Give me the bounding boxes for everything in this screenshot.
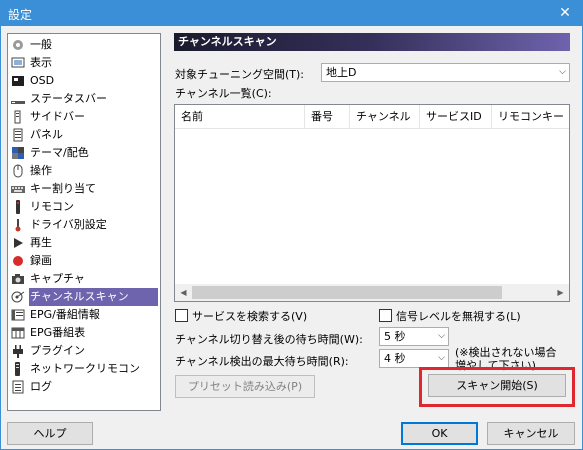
sidebar-item-theme[interactable]: テーマ/配色 [8,144,160,162]
plug-icon [13,345,23,358]
detect-wait-value: 4 秒 [384,352,406,365]
tuning-space-label: 対象チューニング空間(T): [175,68,305,81]
play-icon [14,238,23,248]
sidebar-item-label: OSD [30,74,55,87]
osd-icon [12,76,24,86]
log-icon [12,380,24,394]
sidebar-item-label: プラグイン [30,344,85,357]
page-title: チャンネルスキャン [174,33,570,51]
scrollbar-thumb[interactable] [192,286,502,299]
chevron-down-icon: ⌵ [559,67,566,77]
scan-start-button[interactable]: スキャン開始(S) [428,374,566,397]
palette-icon [12,147,24,159]
camera-icon [12,274,24,284]
sidebar-item-label: 一般 [30,38,52,51]
sidebar-item-epg-table[interactable]: EPG番組表 [8,324,160,342]
tuning-space-value: 地上D [326,66,357,79]
sidebar-item-record[interactable]: 録画 [8,252,160,270]
sidebar-item-label: パネル [30,128,63,141]
ignore-signal-checkbox[interactable] [379,309,392,322]
channel-list[interactable]: 名前 番号 チャンネル サービスID リモコンキー ◀ ▶ [174,104,570,302]
column-header-channel[interactable]: チャンネル [350,105,420,129]
window-title: 設定 [8,8,33,22]
sidebar-item-label: ドライバ別設定 [30,218,107,231]
ok-button[interactable]: OK [401,422,478,445]
switch-wait-value: 5 秒 [384,330,406,343]
chevron-down-icon: ⌵ [438,353,445,363]
gear-icon [13,40,23,50]
search-services-checkbox[interactable] [175,309,188,322]
record-icon [13,256,23,266]
channel-list-header: 名前 番号 チャンネル サービスID リモコンキー [175,105,569,129]
sidebar-item-label: ネットワークリモコン [30,362,140,375]
sidebar-item-network-remote[interactable]: ネットワークリモコン [8,360,160,378]
settings-sidebar: 一般 表示 OSD ステータスバー サイドバー パネル テーマ/配色 操作 キー… [7,33,161,411]
search-services-label: サービスを検索する(V) [192,310,308,323]
antenna-icon [11,291,25,303]
sidebar-item-log[interactable]: ログ [8,378,160,396]
display-icon [11,57,25,68]
detect-wait-select[interactable]: 4 秒 ⌵ [379,349,449,368]
preset-load-button[interactable]: プリセット読み込み(P) [175,375,315,398]
close-icon[interactable]: ✕ [547,0,583,26]
sidebar-item-channel-scan[interactable]: チャンネルスキャン [8,288,160,306]
sidebar-item-label: サイドバー [30,110,85,123]
sidebar-item-remote[interactable]: リモコン [8,198,160,216]
sidebar-item-panel[interactable]: パネル [8,126,160,144]
sidebar-item-statusbar[interactable]: ステータスバー [8,90,160,108]
sidebar-item-driver-settings[interactable]: ドライバ別設定 [8,216,160,234]
sidebar-item-sidebar[interactable]: サイドバー [8,108,160,126]
sidebar-item-playback[interactable]: 再生 [8,234,160,252]
statusbar-icon [11,101,25,104]
scroll-right-icon[interactable]: ▶ [552,284,569,301]
sidebar-item-display[interactable]: 表示 [8,54,160,72]
sidebar-item-label: テーマ/配色 [30,146,89,159]
sidebar-item-osd[interactable]: OSD [8,72,160,90]
help-button[interactable]: ヘルプ [7,422,93,445]
keyboard-icon [11,186,25,193]
horizontal-scrollbar[interactable]: ◀ ▶ [175,284,569,301]
column-header-service-id[interactable]: サービスID [420,105,492,129]
column-header-remote-key[interactable]: リモコンキー [492,105,569,129]
sidebar-item-capture[interactable]: キャプチャ [8,270,160,288]
remote-icon [16,200,20,214]
mouse-icon [13,164,23,178]
sidebar-item-plugin[interactable]: プラグイン [8,342,160,360]
channel-list-label: チャンネル一覧(C): [175,87,272,100]
sidebar-item-label: リモコン [30,200,74,213]
epg-table-icon [11,327,25,339]
sidebar-item-key-assign[interactable]: キー割り当て [8,180,160,198]
sidebar-item-label: 表示 [30,56,52,69]
sidebar-item-label: ログ [30,380,52,393]
sidebar-item-label: 録画 [30,254,52,267]
network-remote-icon [15,362,20,376]
sidebar-item-label: EPG/番組情報 [30,308,100,321]
sidebar-item-operation[interactable]: 操作 [8,162,160,180]
title-bar: 設定 ✕ [0,0,583,26]
cancel-button[interactable]: キャンセル [487,422,575,445]
switch-wait-label: チャンネル切り替え後の待ち時間(W): [175,333,363,346]
chevron-down-icon: ⌵ [438,331,445,341]
ignore-signal-label: 信号レベルを無視する(L) [396,310,521,323]
sidebar-item-label: ステータスバー [30,92,107,105]
epg-icon [11,309,25,321]
sidebar-item-label: EPG番組表 [30,326,86,339]
column-header-name[interactable]: 名前 [175,105,305,129]
sidebar-item-epg-info[interactable]: EPG/番組情報 [8,306,160,324]
sidebar-item-label: キャプチャ [30,272,85,285]
driver-icon [15,219,21,232]
sidebar-icon [14,110,21,124]
panel-icon [13,128,23,142]
scroll-left-icon[interactable]: ◀ [175,284,192,301]
detect-wait-label: チャンネル検出の最大待ち時間(R): [175,355,349,368]
sidebar-item-label: チャンネルスキャン [29,288,158,306]
column-header-number[interactable]: 番号 [305,105,350,129]
sidebar-item-label: 操作 [30,164,52,177]
tuning-space-select[interactable]: 地上D ⌵ [321,63,570,82]
sidebar-item-general[interactable]: 一般 [8,36,160,54]
sidebar-item-label: 再生 [30,236,52,249]
switch-wait-select[interactable]: 5 秒 ⌵ [379,327,449,346]
sidebar-item-label: キー割り当て [30,182,96,195]
